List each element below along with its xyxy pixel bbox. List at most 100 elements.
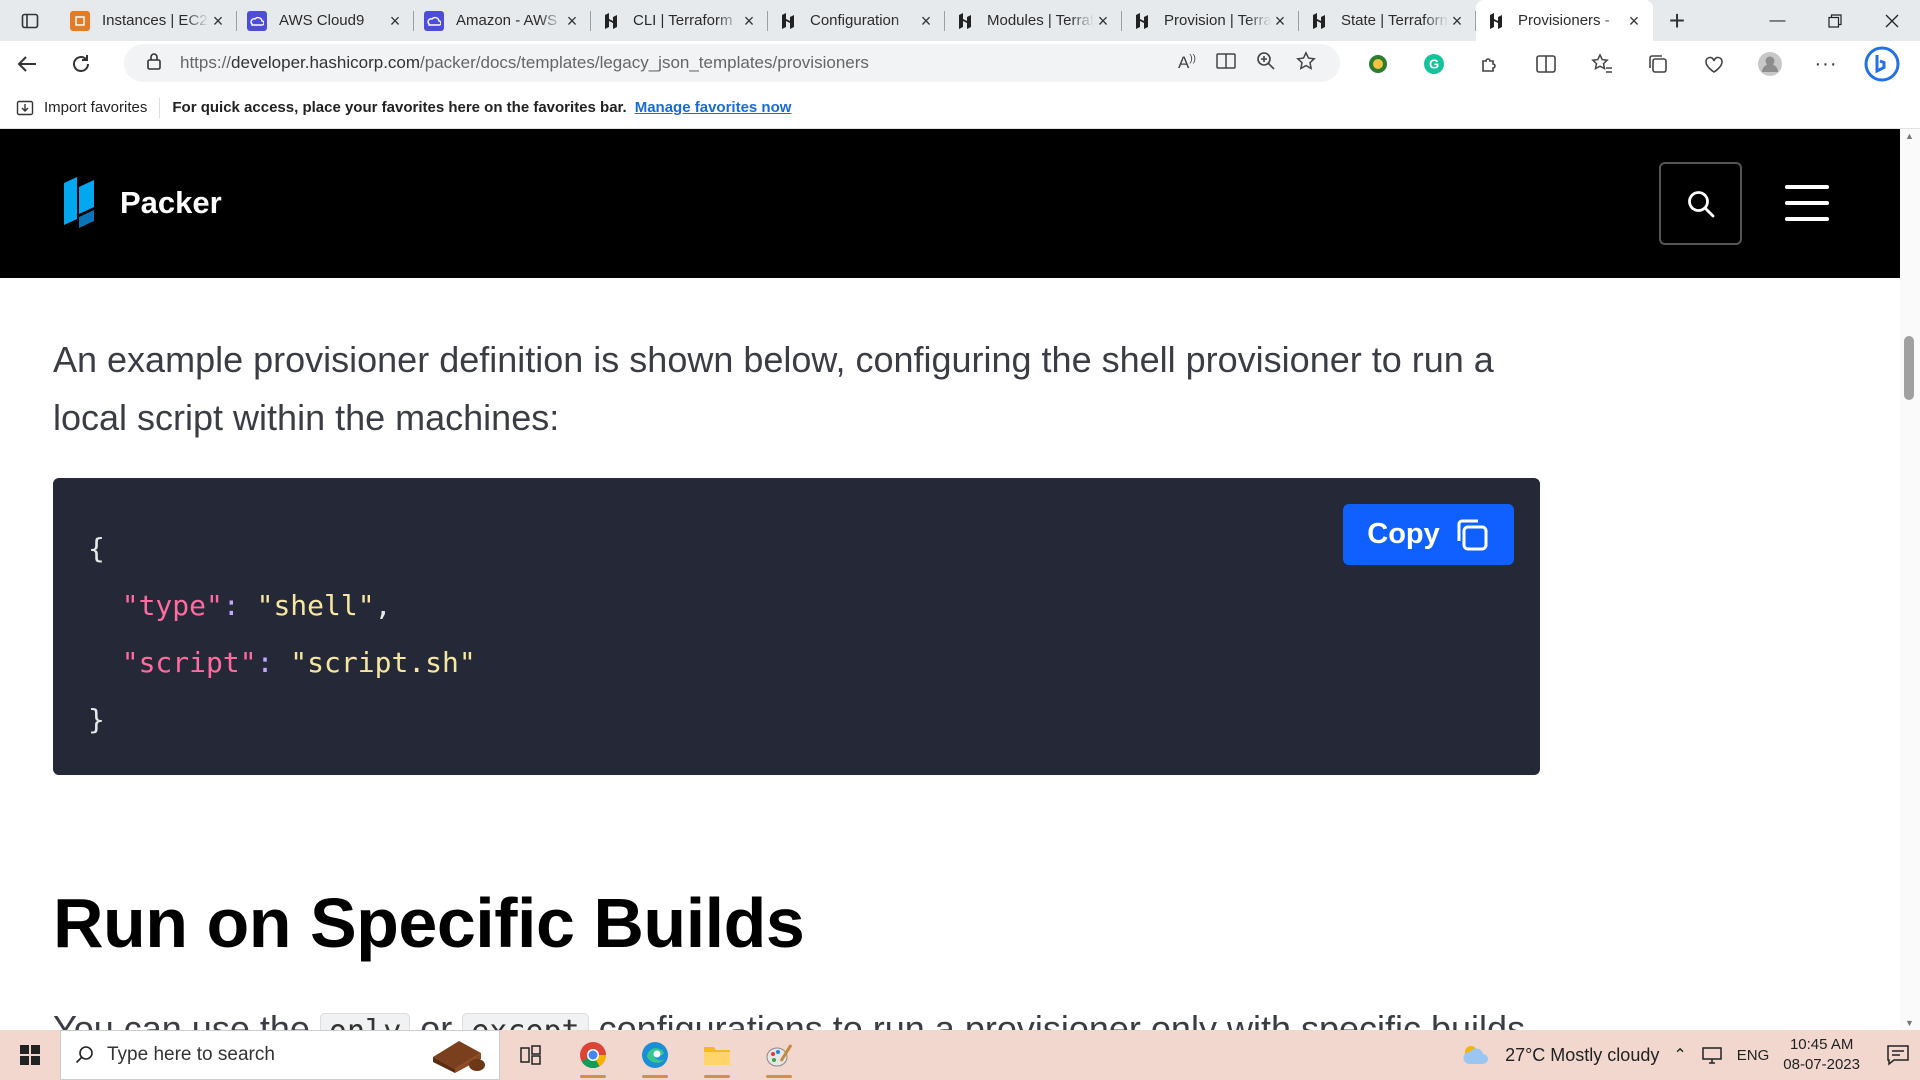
zoom-icon[interactable] [1256, 51, 1276, 76]
browser-tab[interactable]: AWS Cloud9 × [237, 0, 414, 41]
close-tab-icon[interactable]: × [386, 12, 404, 30]
restore-icon[interactable] [1806, 0, 1863, 41]
packer-logo-icon [64, 177, 94, 228]
bing-chat-icon[interactable] [1854, 46, 1910, 82]
clock[interactable]: 10:45 AM 08-07-2023 [1783, 1035, 1860, 1075]
packer-logo[interactable]: Packer [62, 177, 222, 229]
close-tab-icon[interactable]: × [1625, 12, 1643, 30]
language-indicator[interactable]: ENG [1737, 1047, 1770, 1064]
task-view-icon[interactable] [500, 1030, 562, 1080]
weather-text[interactable]: 27°C Mostly cloudy [1505, 1045, 1659, 1066]
search-icon [75, 1046, 93, 1064]
manage-favorites-link[interactable]: Manage favorites now [635, 99, 792, 116]
copy-icon [1457, 519, 1488, 550]
page-scrollbar[interactable]: ▲ ▼ [1900, 129, 1920, 1030]
close-tab-icon[interactable]: × [209, 12, 227, 30]
close-tab-icon[interactable]: × [1448, 12, 1466, 30]
code-line-close: } [88, 703, 105, 736]
browser-tab[interactable]: Instances | EC2 × [60, 0, 237, 41]
weather-cloudy-icon[interactable] [1461, 1042, 1491, 1068]
taskbar-search-placeholder: Type here to search [107, 1044, 275, 1065]
browser-tab[interactable]: State | Terraform × [1299, 0, 1476, 41]
profile-avatar-icon[interactable] [1742, 51, 1798, 77]
section-heading: Run on Specific Builds [53, 884, 805, 962]
close-tab-icon[interactable]: × [1271, 12, 1289, 30]
browser-tab[interactable]: Provision | Terraform× [1122, 0, 1299, 41]
extension-globe-icon[interactable] [1350, 53, 1406, 75]
tab-title: State | Terraform [1341, 12, 1448, 29]
close-tab-icon[interactable]: × [917, 12, 935, 30]
import-favorites-label: Import favorites [44, 99, 148, 116]
chevron-up-icon[interactable]: ⌃ [1673, 1045, 1686, 1065]
code-line-type: "type": "shell", [121, 589, 392, 622]
favorite-star-icon[interactable] [1296, 50, 1316, 76]
code-line-script: "script": "script.sh" [121, 646, 476, 679]
new-tab-button[interactable]: + [1653, 0, 1701, 41]
tab-title: Amazon - AWS [456, 12, 558, 29]
copy-button[interactable]: Copy [1343, 504, 1514, 565]
lock-icon[interactable] [146, 52, 162, 75]
clock-date: 08-07-2023 [1783, 1056, 1860, 1073]
code-block: Copy { "type": "shell", "script": "scrip… [53, 478, 1540, 775]
browser-tab[interactable]: Modules | Terraform× [945, 0, 1122, 41]
close-window-icon[interactable] [1863, 0, 1920, 41]
tab-title: Provision | Terraform [1164, 12, 1271, 29]
hashicorp-icon [778, 11, 798, 31]
browser-tab[interactable]: Configuration × [768, 0, 945, 41]
refresh-icon[interactable] [54, 44, 108, 84]
hashicorp-icon [1309, 11, 1329, 31]
favorites-icon[interactable] [1574, 53, 1630, 75]
address-bar[interactable]: https://developer.hashicorp.com/packer/d… [124, 44, 1340, 82]
svg-text:G: G [1429, 57, 1439, 72]
aws-cloud9-icon [424, 10, 444, 31]
immersive-reader-icon[interactable] [1216, 52, 1236, 75]
tab-title: Configuration [810, 12, 900, 29]
tab-actions-menu-icon[interactable] [0, 0, 60, 41]
hashicorp-icon [1486, 11, 1506, 31]
scrollbar-thumb[interactable] [1904, 336, 1914, 400]
url-text: https://developer.hashicorp.com/packer/d… [180, 53, 869, 72]
copy-button-label: Copy [1367, 518, 1440, 550]
import-icon [16, 100, 34, 115]
code-line-open: { [88, 532, 105, 565]
file-explorer-icon[interactable] [686, 1030, 748, 1080]
read-aloud-icon[interactable]: A)) [1178, 53, 1196, 73]
tab-title: CLI | Terraform [633, 12, 733, 29]
split-screen-icon[interactable] [1518, 53, 1574, 75]
taskbar-search-box[interactable]: Type here to search [60, 1030, 500, 1080]
favorites-bar-message: For quick access, place your favorites h… [172, 99, 627, 116]
tab-title: Modules | Terraform [987, 12, 1094, 29]
network-icon[interactable] [1701, 1046, 1723, 1064]
windows-start-icon[interactable] [0, 1030, 60, 1080]
collections-icon[interactable] [1630, 53, 1686, 75]
site-search-button[interactable] [1659, 162, 1742, 245]
site-header: Packer [0, 129, 1900, 278]
close-tab-icon[interactable]: × [563, 12, 581, 30]
grammarly-icon[interactable]: G [1406, 53, 1462, 75]
close-tab-icon[interactable]: × [740, 12, 758, 30]
browser-tab[interactable]: Provisioners - × [1476, 0, 1653, 41]
back-arrow-icon[interactable] [0, 44, 54, 84]
clock-time: 10:45 AM [1789, 1036, 1854, 1053]
hamburger-menu-icon[interactable] [1785, 185, 1829, 221]
import-favorites-button[interactable]: Import favorites [16, 99, 147, 117]
notification-icon[interactable] [1886, 1044, 1910, 1066]
paragraph-partial: You can use the only or except configura… [53, 1008, 1535, 1030]
browser-essentials-icon[interactable] [1686, 53, 1742, 75]
chocolate-cake-icon [433, 1041, 485, 1073]
minimize-icon[interactable]: — [1749, 0, 1806, 41]
hashicorp-icon [1132, 11, 1152, 31]
paint-icon[interactable] [748, 1030, 810, 1080]
system-tray: 27°C Mostly cloudy ⌃ ENG 10:45 AM 08-07-… [1461, 1030, 1920, 1080]
browser-tab[interactable]: CLI | Terraform × [591, 0, 768, 41]
close-tab-icon[interactable]: × [1094, 12, 1112, 30]
browser-tab[interactable]: Amazon - AWS × [414, 0, 591, 41]
docs-content: An example provisioner definition is sho… [0, 278, 1900, 1030]
chrome-icon[interactable] [562, 1030, 624, 1080]
edge-icon[interactable] [624, 1030, 686, 1080]
extensions-puzzle-icon[interactable] [1462, 53, 1518, 75]
windows-taskbar: Type here to search 27°C Mostly cloudy ⌃… [0, 1030, 1920, 1080]
more-menu-icon[interactable]: ··· [1798, 53, 1854, 76]
tab-title: Provisioners - [1518, 12, 1610, 29]
tab-title: AWS Cloud9 [279, 12, 365, 29]
